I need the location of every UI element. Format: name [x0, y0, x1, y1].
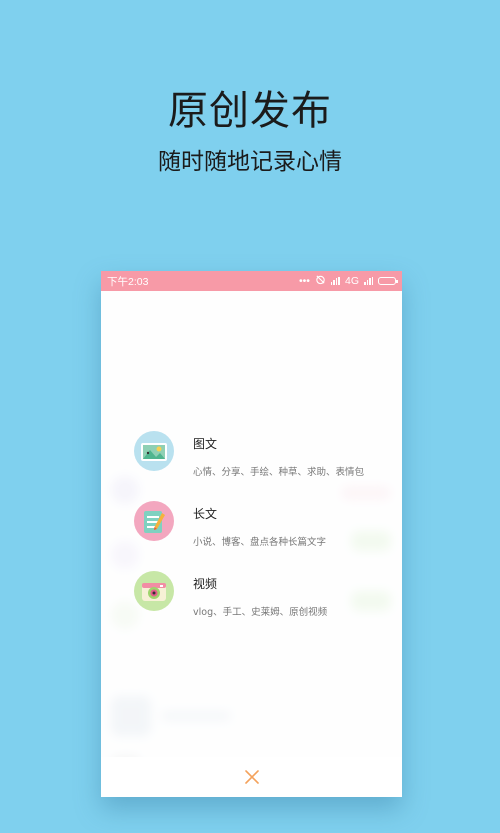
menu-item-title: 长文: [193, 507, 218, 521]
alarm-icon: [315, 274, 326, 288]
menu-item-video[interactable]: 视频 vlog、手工、史莱姆、原创视频: [134, 571, 394, 641]
image-text-icon: [134, 431, 174, 471]
status-icons: ••• 4G: [298, 274, 398, 288]
menu-item-desc: 小说、博客、盘点各种长篇文字: [193, 537, 327, 548]
app-content: 图文 心情、分享、手绘、种草、求助、表情包 长文 小说、博客、盘点各种长篇文字 …: [101, 291, 402, 776]
hero-title: 原创发布: [168, 88, 332, 134]
signal-icon: [330, 277, 340, 285]
hero-subtitle: 随时随地记录心情: [158, 149, 342, 175]
menu-item-desc: vlog、手工、史莱姆、原创视频: [193, 607, 328, 618]
long-article-icon: [134, 501, 174, 541]
menu-item-title: 视频: [193, 577, 218, 591]
phone-screenshot: 下午2:03 ••• 4G 图文 心情、分享、手绘、种草、求助、表情包 长文 小…: [101, 271, 402, 797]
menu-item-long-article[interactable]: 长文 小说、博客、盘点各种长篇文字: [134, 501, 394, 571]
publish-menu: 图文 心情、分享、手绘、种草、求助、表情包 长文 小说、博客、盘点各种长篇文字 …: [134, 431, 394, 641]
dots-icon: •••: [298, 275, 310, 287]
battery-icon: [378, 277, 398, 285]
menu-item-title: 图文: [193, 437, 218, 451]
status-time: 下午2:03: [107, 275, 149, 288]
bottom-bar: [101, 757, 402, 797]
status-bar: 下午2:03 ••• 4G: [101, 271, 402, 291]
signal-icon-2: [364, 277, 373, 285]
menu-item-image-text[interactable]: 图文 心情、分享、手绘、种草、求助、表情包: [134, 431, 394, 501]
video-camera-icon: [134, 571, 174, 611]
network-label: 4G: [344, 275, 359, 287]
menu-item-desc: 心情、分享、手绘、种草、求助、表情包: [193, 467, 365, 478]
close-button[interactable]: [244, 770, 259, 784]
close-icon: [244, 770, 259, 784]
